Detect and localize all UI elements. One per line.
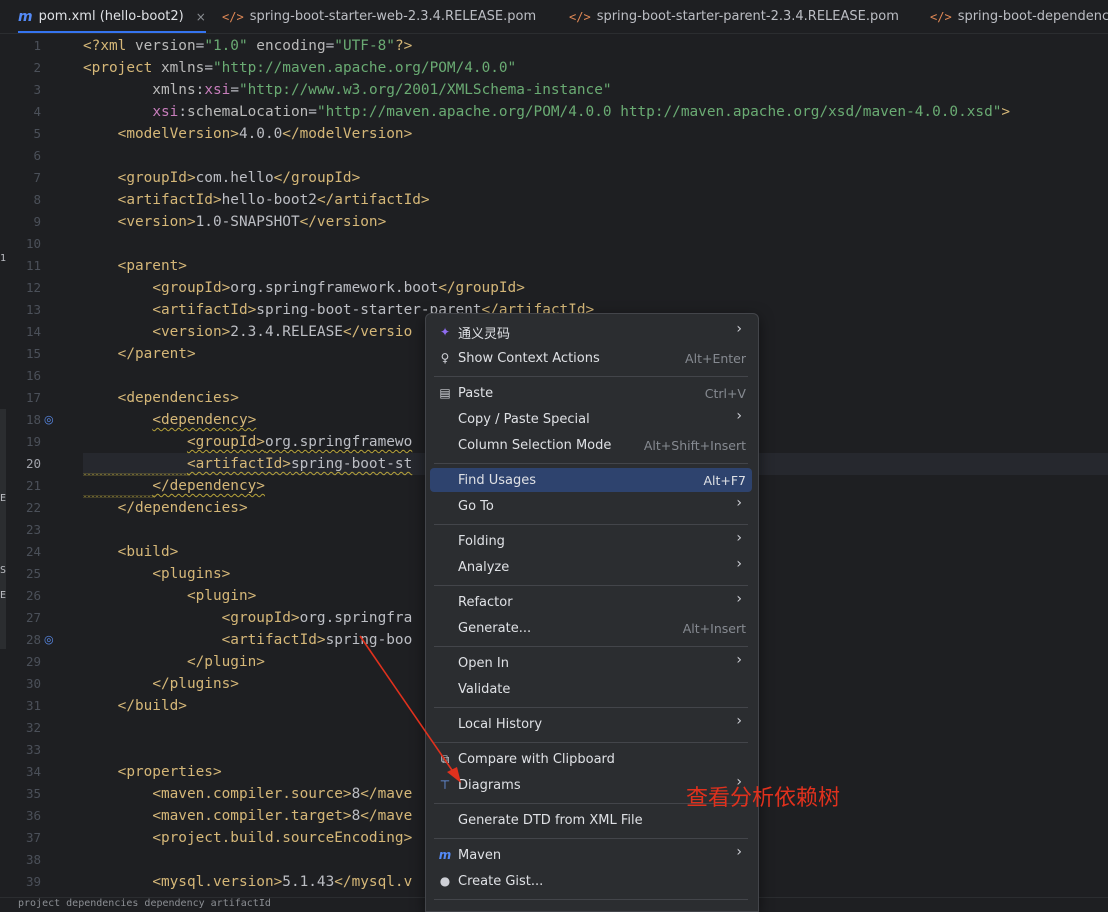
annotation-arrow (359, 635, 461, 783)
annotation-text: 查看分析依赖树 (686, 786, 841, 811)
